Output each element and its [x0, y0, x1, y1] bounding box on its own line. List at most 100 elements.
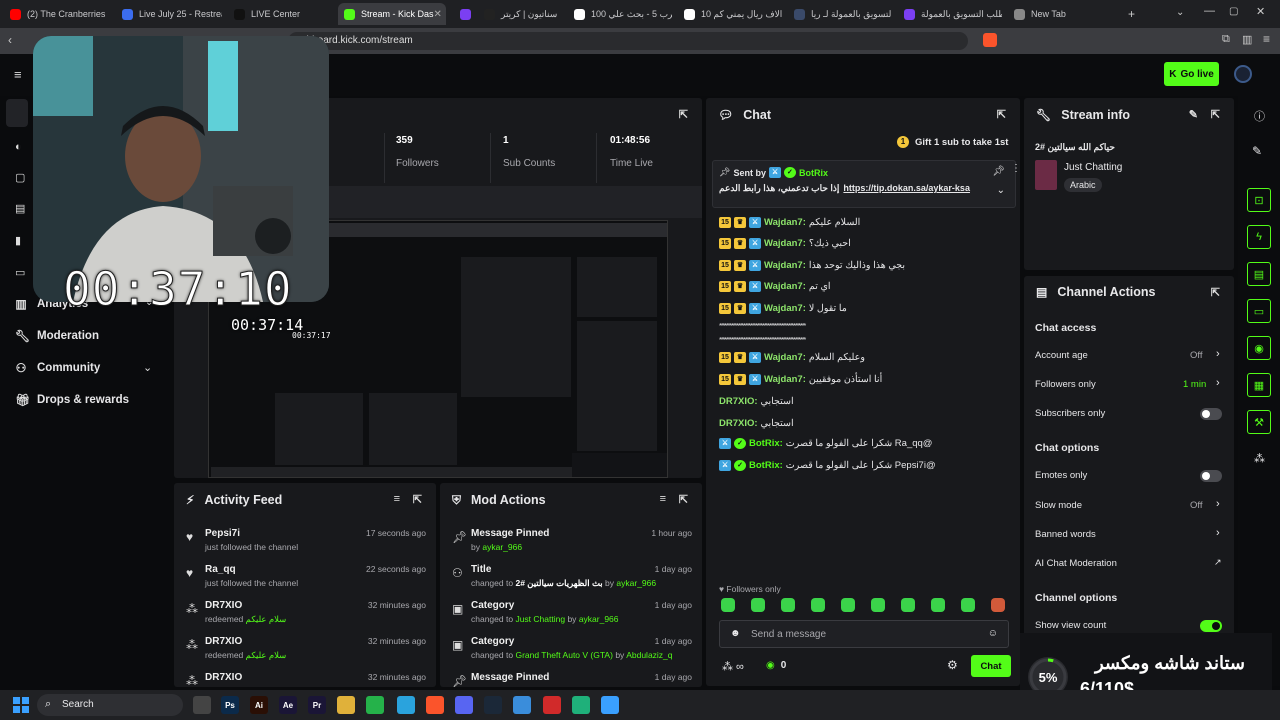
creative-cloud-icon[interactable] [543, 696, 561, 714]
chat-username[interactable]: DR7XIO: [719, 396, 758, 407]
chevron-down-icon[interactable]: ⌄ [143, 361, 152, 374]
emote-icon[interactable] [841, 598, 855, 612]
mod-desc-user[interactable]: aykar_966 [579, 614, 619, 624]
media-icon[interactable]: ▦ [1247, 373, 1271, 397]
chevron-down-icon[interactable]: ⌄ [997, 185, 1005, 196]
emotes-only-toggle[interactable] [1200, 470, 1222, 482]
banned-words-label[interactable]: Banned words [1035, 529, 1096, 540]
chat-username[interactable]: Wajdan7: [764, 260, 806, 271]
emote-icon[interactable] [871, 598, 885, 612]
brave-shield-icon[interactable] [983, 33, 997, 47]
steam-icon[interactable] [484, 696, 502, 714]
emote-icon[interactable] [991, 598, 1005, 612]
unpin-icon[interactable]: 📌︎ [992, 166, 1005, 177]
chat-username[interactable]: Wajdan7: [764, 303, 806, 314]
emote-icon[interactable] [781, 598, 795, 612]
chat-input[interactable]: ☻ Send a message ☺ [719, 620, 1009, 648]
stream-category[interactable]: Just Chatting [1064, 162, 1122, 173]
stream-tag[interactable]: Arabic [1064, 178, 1102, 192]
emote-picker-icon[interactable]: ☻ [730, 628, 741, 639]
chat-username[interactable]: Wajdan7: [764, 281, 806, 292]
gift-sub-leaderboard[interactable]: Gift 1 sub to take 1st [915, 137, 1008, 148]
browser-tab[interactable]: التسويق بالعمولة لـ ريا [788, 3, 892, 25]
chat-username[interactable]: Wajdan7: [764, 238, 806, 249]
popout-icon[interactable]: ⇱ [1211, 286, 1220, 299]
pinned-user[interactable]: BotRix [799, 168, 828, 178]
sidebar-icon-5[interactable]: ▮ [15, 234, 21, 247]
show-view-count-toggle[interactable] [1200, 620, 1222, 632]
after-effects-icon[interactable]: Ae [279, 696, 297, 714]
activity-user[interactable]: Pepsi7i [205, 528, 240, 539]
extensions-icon[interactable]: ⧉ [1222, 33, 1230, 46]
chat-username[interactable]: BotRix: [749, 460, 783, 471]
activity-user[interactable]: DR7XIO [205, 636, 242, 647]
external-link-icon[interactable]: ↗ [1214, 557, 1222, 568]
broadcast-icon[interactable]: ◉ [1247, 336, 1271, 360]
wrench-icon[interactable]: ⚒ [1247, 410, 1271, 434]
emote-icon[interactable] [931, 598, 945, 612]
browser-tab[interactable]: Stream - Kick Das ✕ [338, 3, 446, 25]
photoshop-icon[interactable]: Ps [221, 696, 239, 714]
taskbar-search[interactable]: ⌕ Search [37, 694, 183, 716]
sidebar-item-moderation[interactable]: 🔧︎ Moderation [15, 329, 99, 343]
pencil-icon[interactable]: ✎ [1252, 144, 1262, 158]
sidebar-icon-3[interactable]: ▢ [15, 171, 25, 184]
sidebar-item-community[interactable]: ⚇ Community [15, 361, 101, 375]
document-icon[interactable]: ▤ [1247, 262, 1271, 286]
chat-username[interactable]: BotRix: [749, 438, 783, 449]
emote-icon[interactable] [901, 598, 915, 612]
activity-user[interactable]: DR7XIO [205, 672, 242, 683]
browser-tab[interactable]: LIVE Center [228, 3, 332, 25]
app-icon[interactable] [601, 696, 619, 714]
sidebar-icon-2[interactable]: ◐ [15, 141, 22, 153]
sidebar-item-drops-rewards[interactable]: 🎁︎ Drops & rewards [15, 393, 129, 407]
url-field[interactable]: ashboard.kick.com/stream [288, 32, 968, 50]
sidebar-icon-6[interactable]: ▭ [15, 266, 25, 279]
filter-icon[interactable]: ≡ [394, 493, 400, 505]
account-age-value[interactable]: Off [1190, 350, 1203, 361]
popout-icon[interactable]: ⇱ [413, 493, 422, 506]
hamburger-icon[interactable]: ≡ [14, 67, 22, 82]
browser-tab[interactable]: طلب التسويق بالعمولة [898, 3, 1002, 25]
subscribers-only-toggle[interactable] [1200, 408, 1222, 420]
minimize-icon[interactable]: — [1204, 5, 1215, 17]
close-tab-icon[interactable]: ✕ [434, 9, 442, 20]
new-tab-button[interactable]: + [1128, 7, 1135, 21]
back-icon[interactable]: ‹ [8, 33, 12, 47]
chevron-right-icon[interactable]: › [1216, 377, 1220, 389]
chevron-right-icon[interactable]: › [1216, 348, 1220, 360]
ai-moderation-label[interactable]: AI Chat Moderation [1035, 558, 1117, 569]
chevron-right-icon[interactable]: › [1216, 498, 1220, 510]
telegram-icon[interactable] [397, 696, 415, 714]
brave-icon[interactable] [426, 696, 444, 714]
edit-icon[interactable]: ✎ [1189, 108, 1198, 121]
sidebar-toggle-icon[interactable]: ▥ [1242, 33, 1252, 46]
whatsapp-icon[interactable] [366, 696, 384, 714]
chat-bubble-icon[interactable]: ▭ [1247, 299, 1271, 323]
close-window-icon[interactable]: ✕ [1256, 5, 1265, 18]
windows-start-icon[interactable] [13, 697, 29, 713]
settings-icon[interactable] [193, 696, 211, 714]
user-avatar[interactable] [1234, 65, 1252, 83]
emote-icon[interactable] [961, 598, 975, 612]
app-icon[interactable] [572, 696, 590, 714]
browser-tab[interactable]: 100 ضرب 5 - بحث علي [568, 3, 672, 25]
mod-desc-user[interactable]: aykar_966 [616, 578, 656, 588]
browser-tab[interactable]: Live July 25 - Restream [116, 3, 222, 25]
emote-icon[interactable] [721, 598, 735, 612]
browser-tab[interactable] [454, 3, 474, 25]
popout-icon[interactable]: ⇱ [997, 108, 1006, 121]
browser-tab[interactable]: سناتيون | كريتر [478, 3, 562, 25]
chat-username[interactable]: Wajdan7: [764, 217, 806, 228]
go-live-button[interactable]: K Go live [1164, 62, 1219, 86]
more-options-icon[interactable]: ⋮ [1011, 163, 1021, 174]
mod-desc-user[interactable]: Abdulaziz_q [626, 650, 672, 660]
sidebar-icon-4[interactable]: ▤ [15, 202, 25, 215]
activity-user[interactable]: Ra_qq [205, 564, 236, 575]
popout-icon[interactable]: ⇱ [1211, 108, 1220, 121]
points-icon[interactable]: ⁂ [1254, 452, 1265, 465]
chat-settings-icon[interactable]: ⚙ [947, 658, 958, 672]
app-icon[interactable] [513, 696, 531, 714]
browser-tab[interactable]: (2) The Cranberries - 2 [4, 3, 108, 25]
maximize-icon[interactable]: ▢ [1229, 6, 1238, 17]
